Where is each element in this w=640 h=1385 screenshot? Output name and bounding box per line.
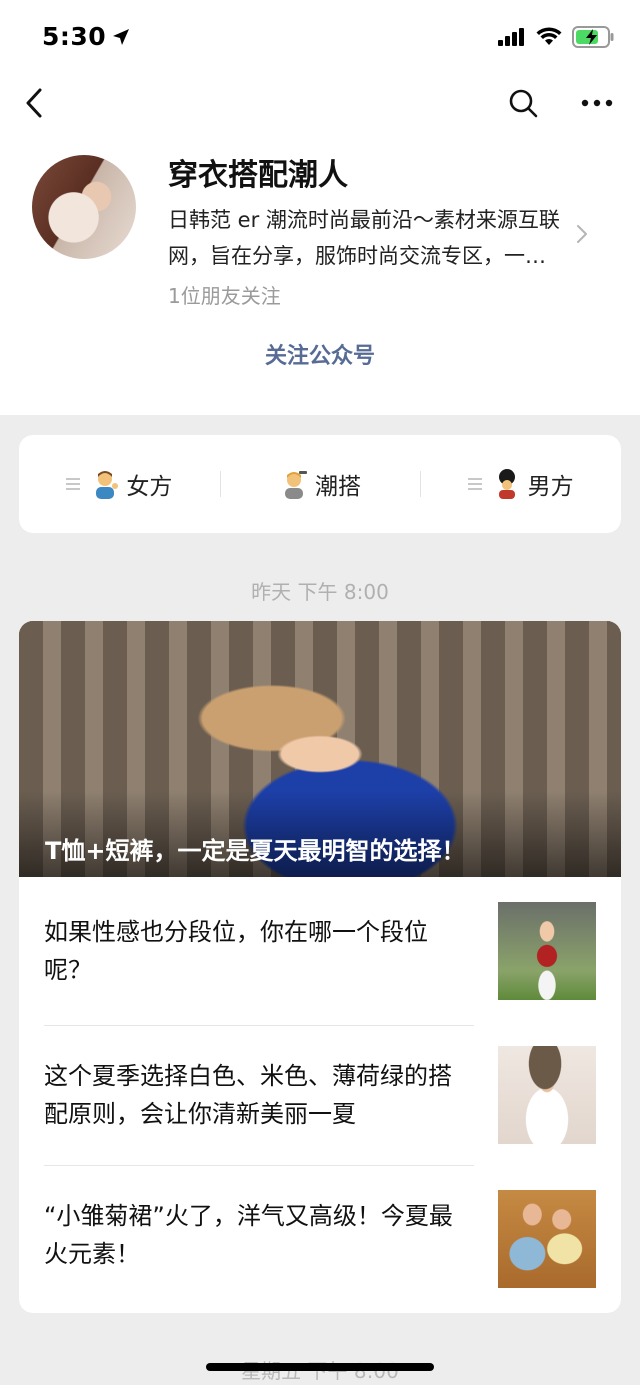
battery-charging-icon: [572, 26, 614, 48]
person-tipping-hand-icon: [96, 471, 119, 499]
submenu-lines-icon: [66, 478, 81, 490]
divider: [44, 1025, 474, 1026]
divider: [44, 1165, 474, 1166]
article-thumbnail: [498, 902, 596, 1000]
menu-bar: 女方 潮搭 男方: [19, 435, 621, 533]
wifi-icon: [536, 27, 562, 45]
article-title: 如果性感也分段位，你在哪一个段位呢？: [44, 918, 428, 984]
menu-item-label: 男方: [527, 474, 574, 500]
cellular-signal-icon: [498, 28, 524, 46]
home-indicator[interactable]: [206, 1363, 434, 1371]
chevron-right-icon[interactable]: [572, 222, 592, 246]
menu-item-female[interactable]: 女方: [19, 435, 220, 533]
menu-item-style[interactable]: 潮搭: [219, 435, 421, 533]
article-thumbnail: [498, 1046, 596, 1144]
account-avatar[interactable]: [32, 155, 136, 259]
account-name: 穿衣搭配潮人: [168, 158, 348, 193]
article-title: 这个夏季选择白色、米色、薄荷绿的搭配原则，会让你清新美丽一夏: [44, 1062, 452, 1128]
location-arrow-icon: [113, 28, 130, 45]
submenu-lines-icon: [467, 478, 482, 490]
status-icons: [498, 26, 614, 48]
back-icon[interactable]: [22, 86, 56, 120]
article-group-card: T恤+短裤，一定是夏天最明智的选择！ 如果性感也分段位，你在哪一个段位呢？ 这个…: [19, 621, 621, 1313]
article-thumbnail: [498, 1190, 596, 1288]
menu-item-male[interactable]: 男方: [420, 435, 621, 533]
article-item[interactable]: “小雏菊裙”火了，洋气又高级！今夏最火元素！: [44, 1183, 596, 1293]
search-icon[interactable]: [506, 86, 540, 120]
article-title: “小雏菊裙”火了，洋气又高级！今夏最火元素！: [44, 1202, 453, 1268]
follow-button[interactable]: 关注公众号: [0, 338, 640, 370]
menu-item-label: 潮搭: [315, 474, 361, 500]
article-item[interactable]: 这个夏季选择白色、米色、薄荷绿的搭配原则，会让你清新美丽一夏: [44, 1043, 596, 1153]
hero-article-title[interactable]: T恤+短裤，一定是夏天最明智的选择！: [45, 831, 465, 866]
account-description[interactable]: 日韩范 er 潮流时尚最前沿～素材来源互联网，旨在分享，服饰时尚交流专区，一…: [168, 202, 572, 274]
message-timestamp: 昨天 下午 8:00: [251, 580, 389, 604]
article-item[interactable]: 如果性感也分段位，你在哪一个段位呢？: [44, 899, 596, 1009]
status-time: 5:30: [42, 22, 130, 51]
person-hairdresser-icon: [285, 471, 307, 499]
more-icon[interactable]: [578, 86, 618, 120]
status-time-text: 5:30: [42, 22, 107, 51]
menu-item-label: 女方: [126, 474, 173, 500]
guard-icon: [498, 469, 515, 499]
followers-count: 1位朋友关注: [168, 284, 281, 308]
